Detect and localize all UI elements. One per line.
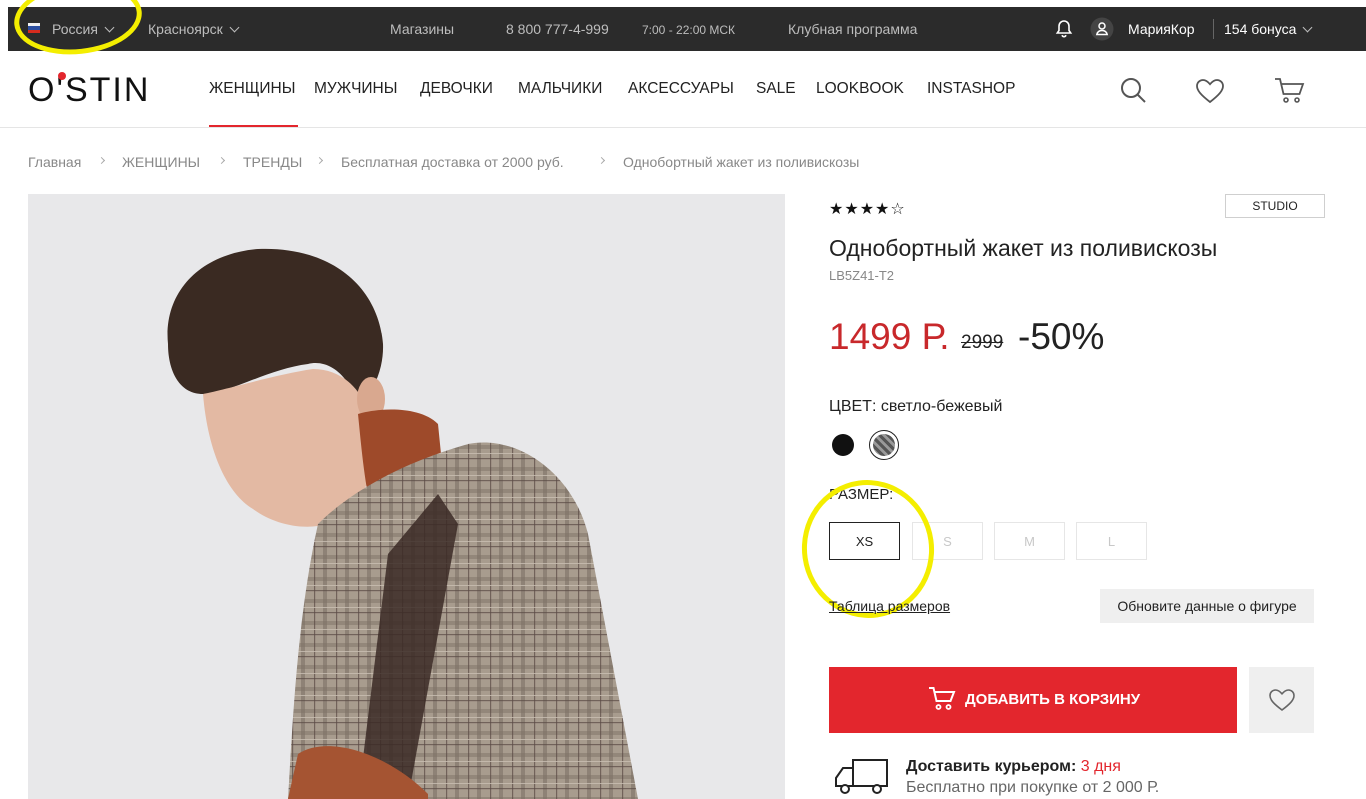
breadcrumb-free-delivery[interactable]: Бесплатная доставка от 2000 руб. — [341, 154, 564, 170]
main-header: O'STIN ЖЕНЩИНЫ МУЖЧИНЫ ДЕВОЧКИ МАЛЬЧИКИ … — [0, 51, 1366, 128]
delivery-title: Доставить курьером: 3 дня — [906, 758, 1121, 776]
delivery-truck-icon — [835, 759, 888, 794]
top-bar-inner: Россия Красноярск Магазины 8 800 777-4-9… — [8, 7, 1366, 51]
current-price: 1499 Р. — [829, 316, 950, 357]
rating-stars: ★★★★☆ — [829, 201, 906, 218]
model-illustration — [167, 248, 638, 799]
city-label: Красноярск — [148, 21, 223, 37]
add-to-cart-button[interactable]: ДОБАВИТЬ В КОРЗИНУ — [829, 667, 1237, 733]
breadcrumb-women[interactable]: ЖЕНЩИНЫ — [122, 154, 200, 170]
breadcrumb-trends[interactable]: ТРЕНДЫ — [243, 154, 302, 170]
add-to-favorites-button[interactable] — [1249, 667, 1314, 733]
nav-lookbook[interactable]: LOOKBOOK — [816, 80, 904, 98]
delivery-subtitle: Бесплатно при покупке от 2 000 Р. — [906, 779, 1160, 796]
cart-icon[interactable] — [1274, 77, 1306, 105]
nav-boys[interactable]: МАЛЬЧИКИ — [518, 80, 602, 98]
product-photo[interactable] — [28, 194, 785, 799]
delivery-title-text: Доставить курьером: — [906, 758, 1077, 775]
discount-percent: -50% — [1018, 316, 1105, 357]
heart-icon[interactable] — [1195, 78, 1225, 104]
studio-badge: STUDIO — [1225, 194, 1325, 218]
russia-flag-icon — [28, 23, 40, 33]
heart-icon — [1269, 689, 1295, 712]
chevron-right-icon — [315, 156, 324, 165]
breadcrumb-home[interactable]: Главная — [28, 154, 81, 170]
working-hours: 7:00 - 22:00 МСК — [642, 23, 736, 37]
size-table-link[interactable]: Таблица размеров — [829, 598, 950, 614]
update-figure-button[interactable]: Обновите данные о фигуре — [1100, 589, 1314, 623]
nav-accessories[interactable]: АКСЕССУАРЫ — [628, 80, 734, 98]
country-label: Россия — [52, 21, 98, 37]
nav-men[interactable]: МУЖЧИНЫ — [314, 80, 397, 98]
city-selector[interactable]: Красноярск — [148, 21, 240, 37]
country-selector[interactable]: Россия — [52, 21, 115, 37]
size-option-l[interactable]: L — [1076, 522, 1147, 560]
old-price: 2999 — [961, 332, 1004, 353]
product-sku: LB5Z41-T2 — [829, 268, 895, 283]
top-bar: Россия Красноярск Магазины 8 800 777-4-9… — [0, 0, 1366, 51]
chevron-right-icon — [217, 156, 226, 165]
club-program-link[interactable]: Клубная программа — [788, 21, 917, 37]
chevron-right-icon — [97, 156, 106, 165]
logo[interactable]: O'STIN — [28, 71, 150, 110]
color-swatch-black[interactable] — [832, 434, 854, 456]
user-name[interactable]: МарияКор — [1128, 21, 1195, 37]
size-option-xs[interactable]: XS — [829, 522, 900, 560]
color-swatch-plaid-selected[interactable] — [869, 430, 899, 460]
phone-link[interactable]: 8 800 777-4-999 — [506, 21, 609, 37]
chevron-down-icon — [1302, 22, 1313, 33]
product-title: Однобортный жакет из поливискозы — [829, 235, 1218, 261]
logo-dot — [58, 72, 66, 80]
bonus-selector[interactable]: 154 бонуса — [1224, 21, 1313, 37]
chevron-down-icon — [104, 22, 115, 33]
size-option-s[interactable]: S — [912, 522, 983, 560]
cart-icon — [929, 687, 956, 710]
size-option-m[interactable]: M — [994, 522, 1065, 560]
breadcrumb-current: Однобортный жакет из поливискозы — [623, 154, 860, 170]
chevron-right-icon — [597, 156, 606, 165]
plaid-swatch-fill — [873, 434, 895, 456]
color-label: ЦВЕТ: светло-бежевый — [829, 398, 1003, 415]
nav-instashop[interactable]: INSTASHOP — [927, 80, 1015, 98]
bonus-label: 154 бонуса — [1224, 21, 1297, 37]
delivery-days: 3 дня — [1080, 758, 1121, 775]
size-label: РАЗМЕР: — [829, 486, 894, 503]
stores-link[interactable]: Магазины — [390, 21, 454, 37]
nav-active-indicator — [209, 125, 298, 127]
user-icon[interactable] — [1090, 17, 1114, 41]
chevron-down-icon — [229, 22, 240, 33]
nav-sale[interactable]: SALE — [756, 80, 796, 98]
nav-girls[interactable]: ДЕВОЧКИ — [420, 80, 493, 98]
nav-women[interactable]: ЖЕНЩИНЫ — [209, 80, 295, 98]
topbar-divider — [1213, 19, 1214, 39]
bell-icon[interactable] — [1054, 19, 1074, 39]
search-icon[interactable] — [1119, 76, 1147, 104]
add-to-cart-label: ДОБАВИТЬ В КОРЗИНУ — [965, 691, 1141, 708]
